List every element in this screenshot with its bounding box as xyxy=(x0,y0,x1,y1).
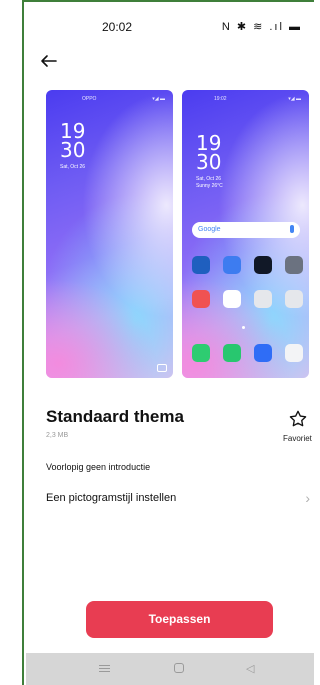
system-nav-bar: ◁ xyxy=(26,653,314,685)
preview-brand: OPPO xyxy=(82,96,97,102)
back-button[interactable] xyxy=(38,50,60,72)
clock-app-icon xyxy=(254,256,272,274)
messages-app-icon xyxy=(223,256,241,274)
window-frame xyxy=(0,0,24,685)
favorite-label[interactable]: Favoriet xyxy=(283,434,312,443)
apply-button[interactable]: Toepassen xyxy=(86,601,273,638)
search-label: Google xyxy=(198,226,221,233)
google-folder-icon xyxy=(254,290,272,308)
messaging-app-icon xyxy=(223,344,241,362)
preview-time: 19:02 xyxy=(214,96,227,102)
browser-app-icon xyxy=(254,344,272,362)
preview-status: ▾◢ ▬ xyxy=(152,96,165,102)
search-widget: Google xyxy=(192,222,300,238)
clock-minute: 30 xyxy=(60,138,86,162)
star-outline-icon xyxy=(289,410,307,427)
phone-app-icon xyxy=(192,344,210,362)
calendar-app-icon xyxy=(192,256,210,274)
menu-icon[interactable] xyxy=(99,663,110,673)
lock-clock: 19 30 xyxy=(60,121,86,162)
camera-icon xyxy=(157,364,167,372)
icon-style-row[interactable]: Een pictogramstijl instellen › xyxy=(46,490,310,510)
theme-size: 2,3 MB xyxy=(46,432,69,439)
camera-app-icon xyxy=(285,344,303,362)
theme-title: Standaard thema xyxy=(46,407,184,426)
home-weather: Sunny 26°C xyxy=(196,183,223,189)
lock-date: Sat, Oct 26 xyxy=(60,164,86,170)
icon-style-label: Een pictogramstijl instellen xyxy=(46,492,177,504)
tools-folder-icon xyxy=(285,290,303,308)
page-indicator xyxy=(242,326,245,329)
home-icon[interactable] xyxy=(174,663,184,673)
preview-status: ▾◢ ▬ xyxy=(288,96,301,102)
status-time: 20:02 xyxy=(102,20,133,34)
arrow-left-icon xyxy=(41,55,57,67)
status-icons: N ✱ ≋ .ıl ▬ xyxy=(221,21,302,33)
photos-app-icon xyxy=(192,290,210,308)
lockscreen-preview[interactable]: OPPO ▾◢ ▬ 19 30 Sat, Oct 26 xyxy=(46,90,173,378)
theme-introduction: Voorlopig geen introductie xyxy=(46,462,151,472)
clock-minute: 30 xyxy=(196,150,222,174)
back-triangle-icon[interactable]: ◁ xyxy=(246,662,254,675)
chevron-right-icon: › xyxy=(305,490,310,506)
home-clock: 19 30 xyxy=(196,133,222,174)
favorite-button[interactable] xyxy=(288,409,308,429)
mic-icon xyxy=(290,225,294,233)
settings-app-icon xyxy=(285,256,303,274)
homescreen-preview[interactable]: 19:02 ▾◢ ▬ 19 30 Sat, Oct 26 Sunny 26°C … xyxy=(182,90,309,378)
status-bar: 20:02 N ✱ ≋ .ıl ▬ xyxy=(26,6,314,46)
home-date: Sat, Oct 26 xyxy=(196,176,222,182)
play-store-icon xyxy=(223,290,241,308)
